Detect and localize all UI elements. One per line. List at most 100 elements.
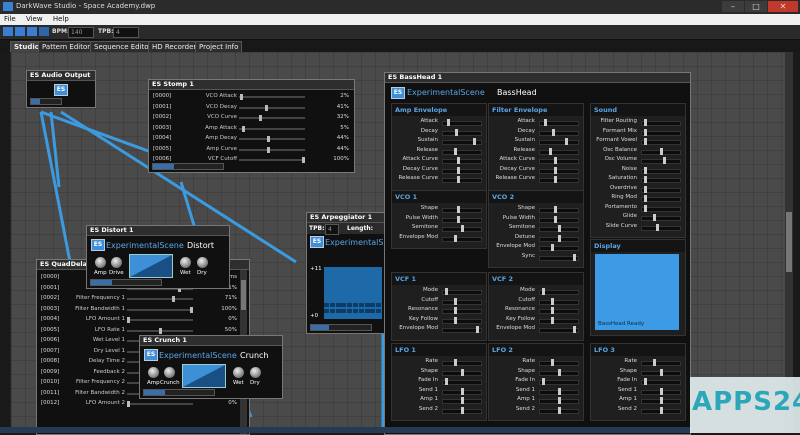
arp-step[interactable] [347,309,353,313]
param-slider[interactable] [442,288,482,295]
canvas-scrollbar[interactable] [785,52,793,433]
new-icon[interactable] [3,27,13,36]
param-slider[interactable] [442,206,482,213]
param-slider[interactable] [442,147,482,155]
basshead-module[interactable]: ES BassHead 1 ES ExperimentalScene BassH… [384,72,691,435]
param-slider[interactable] [442,138,482,145]
param-slider[interactable] [539,176,579,183]
module-io-bar[interactable] [30,98,62,105]
module-io-bar[interactable] [310,324,372,331]
param-slider[interactable] [442,215,482,223]
arp-step[interactable] [370,303,376,307]
param-slider[interactable] [239,157,305,163]
slider-handle[interactable] [659,397,663,404]
param-slider[interactable] [127,317,193,323]
param-slider[interactable] [442,378,482,385]
param-slider[interactable] [641,406,681,414]
param-slider[interactable] [239,136,305,142]
slider-handle[interactable] [548,147,552,155]
param-slider[interactable] [539,119,579,126]
param-slider[interactable] [539,206,579,213]
slider-handle[interactable] [557,225,561,232]
play-icon[interactable] [39,27,49,36]
crunch-module[interactable]: ES Crunch 1 ES ExperimentalScene Crunch … [139,335,283,399]
module-title[interactable]: ES Crunch 1 [140,336,282,346]
arp-step[interactable] [324,303,329,307]
stomp-module[interactable]: ES Stomp 1 [0000] VCO Attack 2% [0001] VCO D… [148,79,355,173]
param-slider[interactable] [539,128,579,136]
arp-step[interactable] [364,309,370,313]
cable[interactable] [40,110,152,154]
param-slider[interactable] [641,223,681,231]
slider-handle[interactable] [446,119,450,126]
param-slider[interactable] [239,115,305,121]
slider-handle[interactable] [453,307,457,314]
slider-handle[interactable] [460,406,464,414]
param-slider[interactable] [239,125,305,132]
param-slider[interactable] [641,195,681,202]
module-title[interactable]: ES Audio Output [27,71,95,81]
param-slider[interactable] [442,397,482,404]
param-slider[interactable] [539,253,579,261]
param-slider[interactable] [641,157,681,164]
drive-knob[interactable] [111,257,122,268]
module-title[interactable]: ES BassHead 1 [385,73,690,83]
module-title[interactable]: ES Stomp 1 [149,80,354,90]
arp-step[interactable] [329,309,335,313]
slider-handle[interactable] [659,147,663,155]
slider-handle[interactable] [264,104,268,111]
slider-handle[interactable] [455,128,459,136]
param-slider[interactable] [127,401,193,407]
slider-handle[interactable] [457,206,460,213]
param-slider[interactable] [539,378,579,385]
param-slider[interactable] [539,397,579,404]
slider-handle[interactable] [656,223,659,231]
close-button[interactable]: ✕ [768,1,798,12]
param-slider[interactable] [641,147,681,155]
param-slider[interactable] [641,397,681,404]
slider-handle[interactable] [453,234,457,242]
slider-handle[interactable] [266,136,270,142]
slider-handle[interactable] [460,397,464,404]
slider-handle[interactable] [266,146,270,153]
arp-step[interactable] [358,309,364,313]
param-slider[interactable] [442,406,482,414]
slider-handle[interactable] [543,119,547,126]
param-slider[interactable] [442,234,482,242]
cable[interactable] [39,111,73,268]
tab-hd-recorder[interactable]: HD Recorder [148,41,201,52]
studio-canvas[interactable]: ES Audio Output ES ES Stomp 1 [0000] VCO … [10,52,793,435]
param-slider[interactable] [539,166,579,174]
param-slider[interactable] [539,215,579,223]
param-slider[interactable] [442,387,482,395]
slider-handle[interactable] [453,147,457,155]
param-slider[interactable] [442,368,482,376]
menu-view[interactable]: View [22,14,47,24]
amp-knob[interactable] [148,367,159,378]
minimize-button[interactable]: – [722,1,744,12]
param-slider[interactable] [442,316,482,324]
arp-step[interactable] [341,303,347,307]
slider-handle[interactable] [643,166,647,174]
wet-knob[interactable] [180,257,191,268]
param-slider[interactable] [539,147,579,155]
param-slider[interactable] [539,297,579,305]
slider-handle[interactable] [554,206,557,213]
param-slider[interactable] [442,297,482,305]
slider-handle[interactable] [573,253,577,261]
param-slider[interactable] [641,378,681,385]
save-icon[interactable] [27,27,37,36]
param-slider[interactable] [127,306,193,313]
slider-handle[interactable] [554,157,557,164]
arp-step[interactable] [370,309,376,313]
slider-handle[interactable] [552,128,556,136]
menu-file[interactable]: File [0,14,20,24]
crunch-knob[interactable] [164,367,175,378]
param-slider[interactable] [239,146,305,153]
param-slider[interactable] [539,138,579,145]
slider-handle[interactable] [564,138,568,145]
param-slider[interactable] [539,387,579,395]
slider-handle[interactable] [557,397,561,404]
slider-handle[interactable] [554,176,557,183]
slider-handle[interactable] [643,128,647,136]
